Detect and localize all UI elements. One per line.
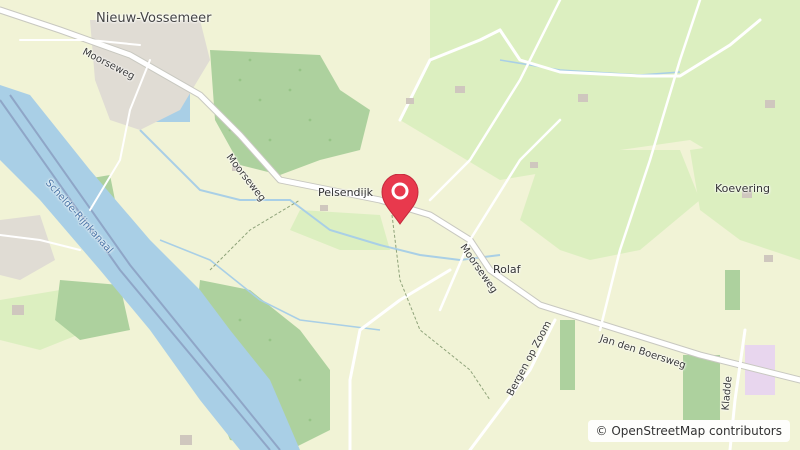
forest-area-north: [210, 50, 370, 175]
meadow-area-east: [520, 150, 700, 260]
meadow-area-koevering: [690, 140, 800, 260]
building: [455, 86, 465, 93]
building: [180, 435, 192, 445]
building: [530, 162, 538, 168]
forest-area-south-strip: [560, 320, 575, 390]
forest-area-southeast-2: [725, 270, 740, 310]
building: [406, 98, 414, 104]
map-canvas[interactable]: Nieuw-Vossemeer Pelsendijk Moorseweg Moo…: [0, 0, 800, 450]
village-block: [90, 20, 210, 130]
location-marker[interactable]: [380, 174, 420, 226]
building: [765, 100, 775, 108]
road-bergen-op-zoom[interactable]: [468, 318, 557, 450]
building: [12, 305, 24, 315]
map-attribution[interactable]: © OpenStreetMap contributors: [587, 420, 790, 442]
building: [742, 190, 752, 198]
building: [578, 94, 588, 102]
building: [232, 165, 240, 171]
building: [320, 205, 328, 211]
road-south[interactable]: [348, 268, 452, 450]
forest-area-southeast-1: [683, 355, 720, 420]
building: [764, 255, 773, 262]
location-pin-icon: [381, 174, 419, 225]
hamlet-block: [0, 215, 55, 280]
footpath-west: [209, 199, 301, 271]
